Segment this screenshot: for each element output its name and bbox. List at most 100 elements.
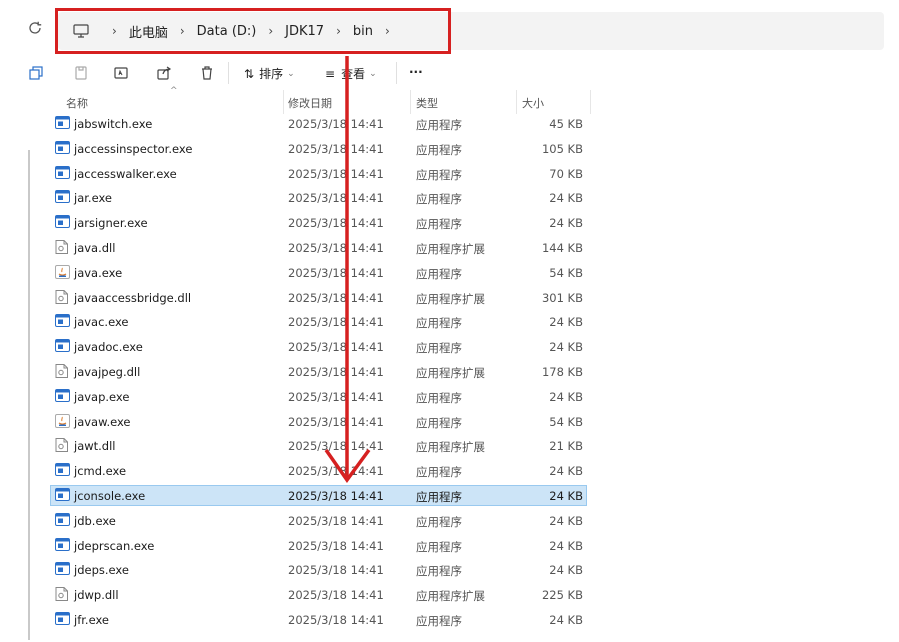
table-row[interactable]: java.dll 2025/3/18 14:41 应用程序扩展 144 KB bbox=[0, 236, 899, 261]
new-item-icon[interactable] bbox=[27, 64, 45, 82]
file-name[interactable]: java.dll bbox=[74, 241, 115, 255]
file-name[interactable]: javadoc.exe bbox=[74, 340, 143, 354]
file-type: 应用程序 bbox=[416, 192, 462, 207]
file-name[interactable]: jfr.exe bbox=[74, 613, 109, 627]
view-button[interactable]: ≡ 查看 ⌄ bbox=[325, 65, 377, 82]
table-row[interactable]: jcmd.exe 2025/3/18 14:41 应用程序 24 KB bbox=[0, 459, 899, 484]
table-row[interactable]: jdb.exe 2025/3/18 14:41 应用程序 24 KB bbox=[0, 509, 899, 534]
table-row[interactable]: jaccesswalker.exe 2025/3/18 14:41 应用程序 70 K… bbox=[0, 162, 899, 187]
file-size: 24 KB bbox=[549, 513, 583, 528]
file-name[interactable]: javac.exe bbox=[74, 315, 128, 329]
table-row[interactable]: jfr.exe 2025/3/18 14:41 应用程序 24 KB bbox=[0, 608, 899, 633]
column-header-date[interactable]: 修改日期 bbox=[288, 95, 332, 111]
file-name[interactable]: jawt.dll bbox=[74, 439, 116, 453]
table-row-selected[interactable]: jconsole.exe 2025/3/18 14:41 应用程序 24 KB bbox=[0, 484, 899, 509]
file-size: 301 KB bbox=[541, 290, 583, 305]
delete-icon[interactable] bbox=[198, 64, 216, 82]
exe-icon bbox=[55, 562, 70, 576]
table-row[interactable]: jawt.dll 2025/3/18 14:41 应用程序扩展 21 KB bbox=[0, 434, 899, 459]
file-name[interactable]: jdwp.dll bbox=[74, 588, 119, 602]
share-icon[interactable] bbox=[155, 64, 173, 82]
file-size: 24 KB bbox=[549, 538, 583, 553]
more-options-button[interactable]: ··· bbox=[409, 65, 423, 79]
table-row[interactable]: javaaccessbridge.dll 2025/3/18 14:41 应用程序扩… bbox=[0, 286, 899, 311]
file-name[interactable]: javaaccessbridge.dll bbox=[74, 291, 191, 305]
table-row[interactable]: jdeps.exe 2025/3/18 14:41 应用程序 24 KB bbox=[0, 558, 899, 583]
rename-icon[interactable] bbox=[112, 64, 130, 82]
file-type: 应用程序扩展 bbox=[416, 365, 485, 380]
table-row[interactable]: javac.exe 2025/3/18 14:41 应用程序 24 KB bbox=[0, 310, 899, 335]
exe-icon bbox=[55, 611, 70, 626]
file-size: 24 KB bbox=[549, 612, 583, 627]
file-size: 54 KB bbox=[549, 265, 583, 280]
column-header-size[interactable]: 大小 bbox=[522, 95, 544, 111]
file-name[interactable]: jcmd.exe bbox=[74, 464, 126, 478]
exe-icon bbox=[55, 190, 70, 204]
file-name[interactable]: jdeprscan.exe bbox=[74, 539, 154, 553]
crumb-data-drive[interactable]: Data (D:) bbox=[197, 24, 257, 39]
file-name[interactable]: jdeps.exe bbox=[74, 563, 129, 577]
file-size: 24 KB bbox=[549, 563, 583, 578]
chevron-right-icon[interactable]: › bbox=[385, 24, 390, 38]
table-row[interactable]: jar.exe 2025/3/18 14:41 应用程序 24 KB bbox=[0, 186, 899, 211]
file-name[interactable]: javaw.exe bbox=[74, 415, 131, 429]
chevron-right-icon[interactable]: › bbox=[180, 24, 185, 38]
file-date: 2025/3/18 14:41 bbox=[288, 340, 384, 355]
file-type: 应用程序 bbox=[416, 539, 462, 554]
copy-icon[interactable] bbox=[72, 64, 90, 82]
table-row[interactable]: javajpeg.dll 2025/3/18 14:41 应用程序扩展 178 KB bbox=[0, 360, 899, 385]
file-name[interactable]: java.exe bbox=[74, 266, 122, 280]
table-row[interactable]: jabswitch.exe 2025/3/18 14:41 应用程序 45 KB bbox=[0, 112, 899, 137]
column-header-type[interactable]: 类型 bbox=[416, 95, 438, 111]
file-name[interactable]: jabswitch.exe bbox=[74, 117, 152, 131]
file-type: 应用程序 bbox=[416, 514, 462, 529]
file-name[interactable]: jarsigner.exe bbox=[74, 216, 148, 230]
sort-button[interactable]: ⇅ 排序 ⌄ bbox=[244, 65, 295, 82]
crumb-this-pc[interactable]: 此电脑 bbox=[129, 22, 168, 41]
column-header-name[interactable]: 名称 bbox=[66, 95, 88, 111]
file-name[interactable]: jaccessinspector.exe bbox=[74, 142, 192, 156]
chevron-right-icon[interactable]: › bbox=[336, 24, 341, 38]
chevron-right-icon[interactable]: › bbox=[268, 24, 273, 38]
column-divider[interactable] bbox=[410, 90, 411, 114]
table-row[interactable]: java.exe 2025/3/18 14:41 应用程序 54 KB bbox=[0, 261, 899, 286]
column-divider[interactable] bbox=[283, 90, 284, 114]
file-name[interactable]: jconsole.exe bbox=[74, 489, 145, 503]
table-row[interactable]: jdwp.dll 2025/3/18 14:41 应用程序扩展 225 KB bbox=[0, 583, 899, 608]
file-type: 应用程序扩展 bbox=[416, 440, 485, 455]
column-divider[interactable] bbox=[590, 90, 591, 114]
table-row[interactable]: jarsigner.exe 2025/3/18 14:41 应用程序 24 KB bbox=[0, 211, 899, 236]
file-type: 应用程序 bbox=[416, 390, 462, 405]
exe-icon bbox=[55, 215, 70, 229]
file-date: 2025/3/18 14:41 bbox=[288, 166, 384, 181]
table-row[interactable]: jdeprscan.exe 2025/3/18 14:41 应用程序 24 KB bbox=[0, 534, 899, 559]
file-type: 应用程序扩展 bbox=[416, 241, 485, 256]
file-type: 应用程序 bbox=[416, 142, 462, 157]
crumb-jdk17[interactable]: JDK17 bbox=[285, 24, 324, 39]
table-row[interactable]: javadoc.exe 2025/3/18 14:41 应用程序 24 KB bbox=[0, 335, 899, 360]
file-name[interactable]: jdb.exe bbox=[74, 514, 116, 528]
table-row[interactable]: javaw.exe 2025/3/18 14:41 应用程序 54 KB bbox=[0, 410, 899, 435]
computer-icon[interactable] bbox=[72, 24, 90, 38]
crumb-bin[interactable]: bin bbox=[353, 24, 373, 39]
table-row[interactable]: javap.exe 2025/3/18 14:41 应用程序 24 KB bbox=[0, 385, 899, 410]
file-size: 24 KB bbox=[549, 191, 583, 206]
table-row[interactable]: jaccessinspector.exe 2025/3/18 14:41 应用程序 1… bbox=[0, 137, 899, 162]
view-list-icon: ≡ bbox=[325, 66, 336, 81]
file-name[interactable]: jaccesswalker.exe bbox=[74, 167, 177, 181]
file-size: 24 KB bbox=[549, 488, 583, 503]
refresh-icon[interactable] bbox=[26, 20, 44, 38]
file-size: 54 KB bbox=[549, 414, 583, 429]
file-name[interactable]: javap.exe bbox=[74, 390, 129, 404]
view-label: 查看 bbox=[341, 67, 366, 81]
file-type: 应用程序 bbox=[416, 266, 462, 281]
file-type: 应用程序 bbox=[416, 465, 462, 480]
file-date: 2025/3/18 14:41 bbox=[288, 141, 384, 156]
exe-icon bbox=[55, 339, 70, 353]
file-name[interactable]: jar.exe bbox=[74, 191, 112, 205]
file-name[interactable]: javajpeg.dll bbox=[74, 365, 140, 379]
file-size: 105 KB bbox=[541, 141, 583, 156]
column-divider[interactable] bbox=[516, 90, 517, 114]
file-date: 2025/3/18 14:41 bbox=[288, 488, 384, 503]
chevron-right-icon[interactable]: › bbox=[112, 24, 117, 38]
